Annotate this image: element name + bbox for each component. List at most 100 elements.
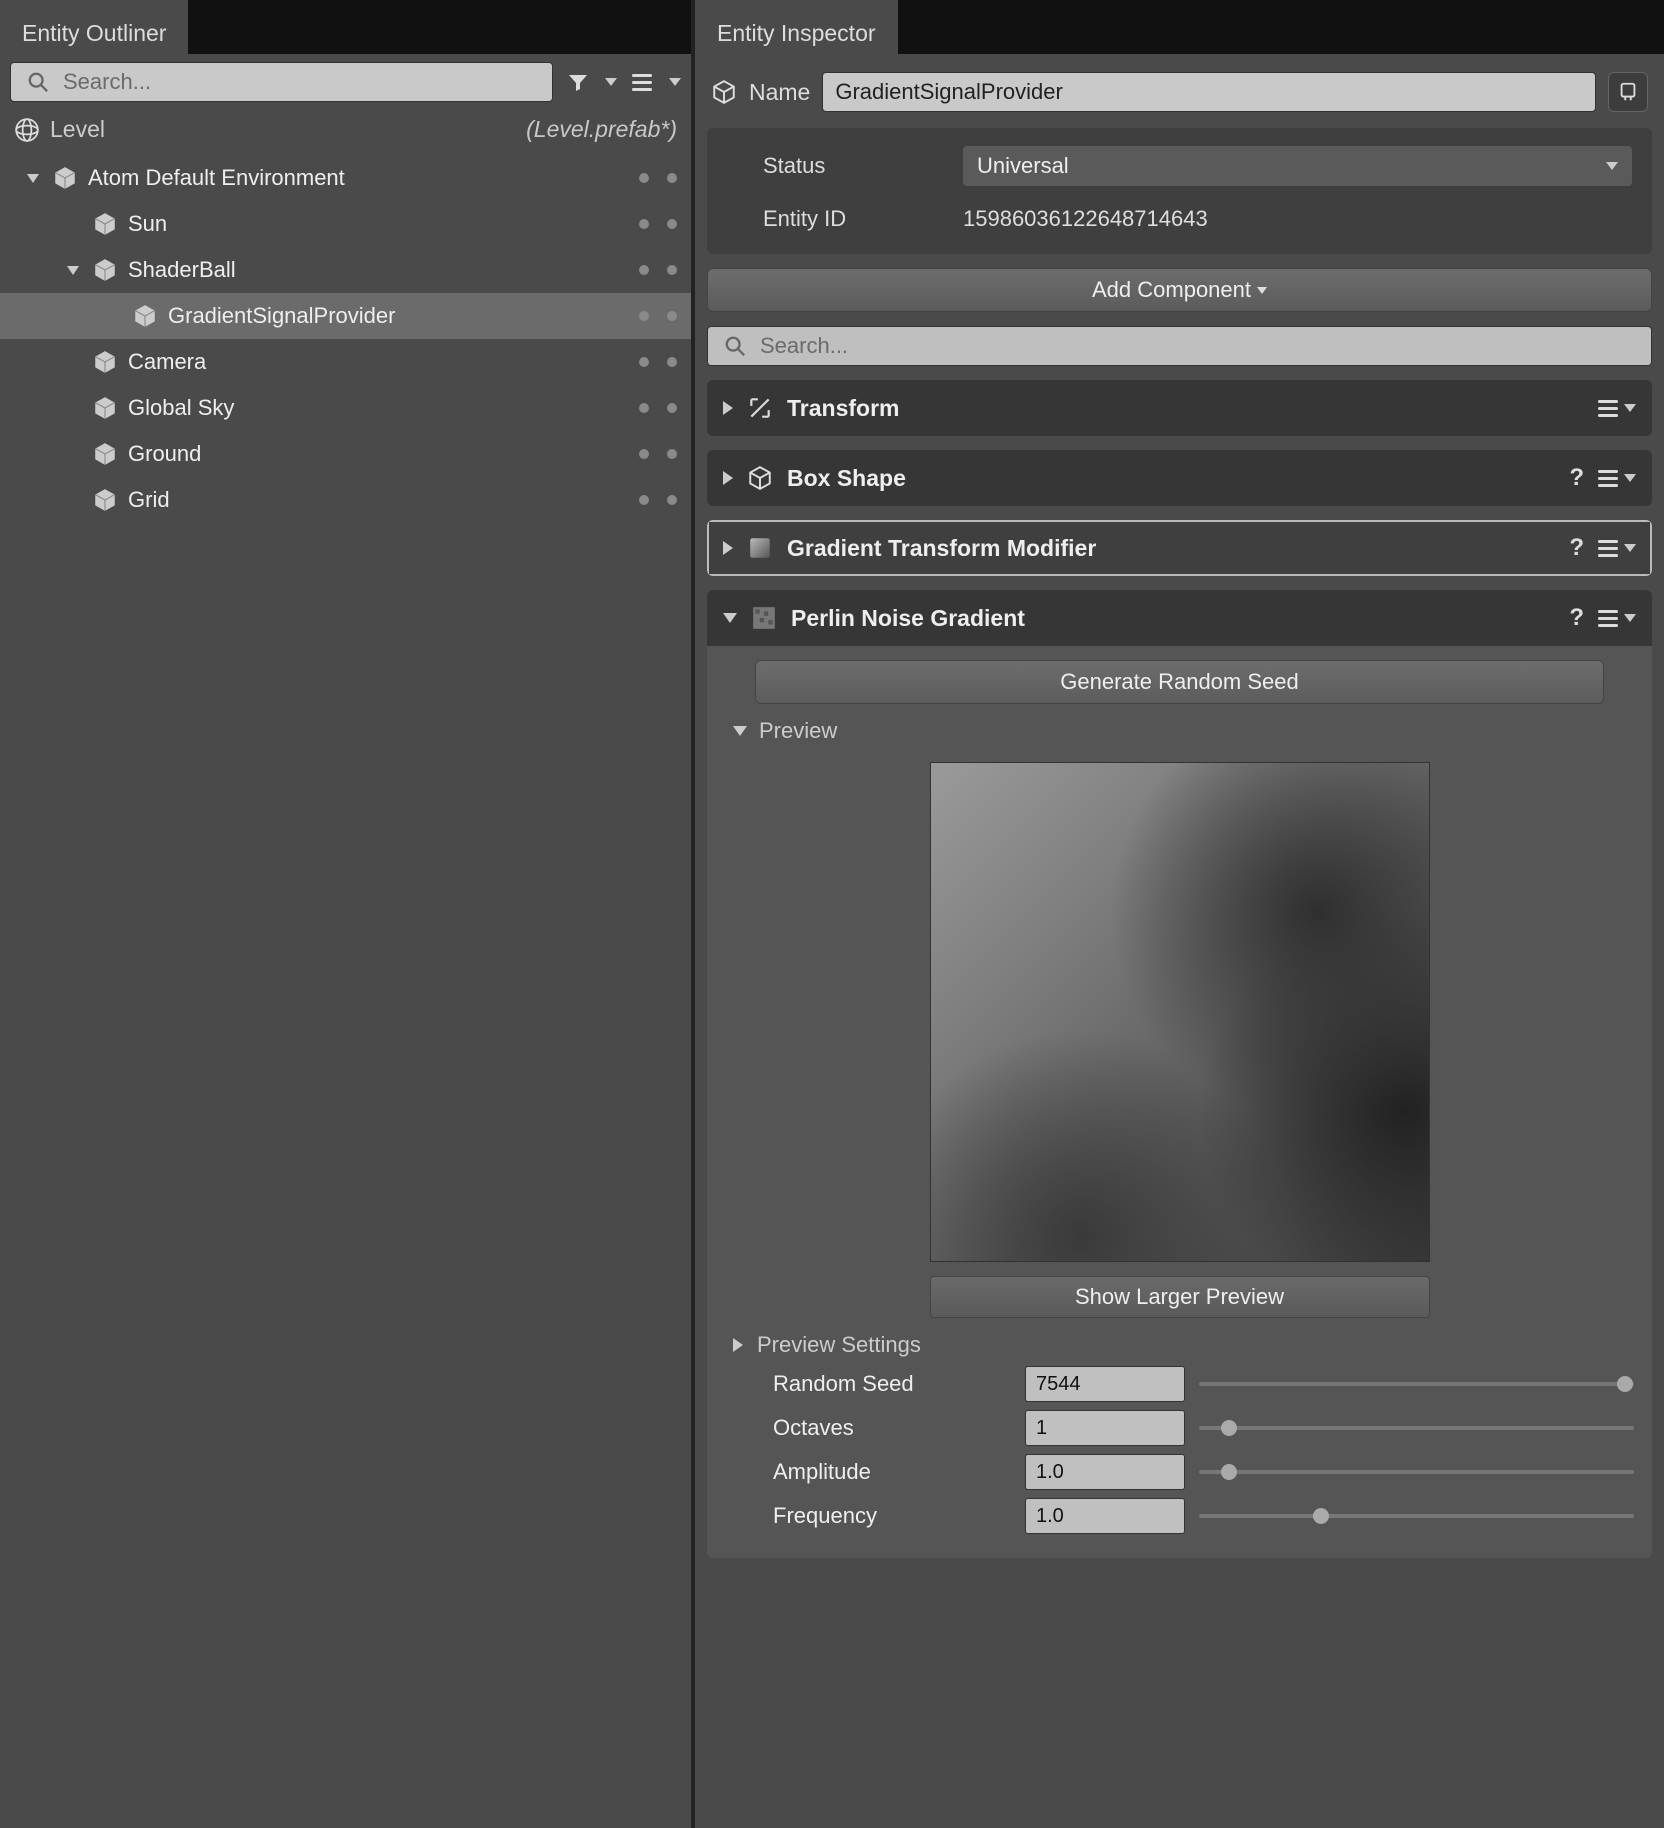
show-larger-preview-button[interactable]: Show Larger Preview — [930, 1276, 1430, 1318]
octaves-row: Octaves — [733, 1410, 1634, 1446]
component-menu-icon[interactable] — [1598, 610, 1636, 627]
entity-cube-icon — [92, 257, 118, 283]
tree-row-label: Grid — [128, 487, 170, 513]
tree-row-shaderball[interactable]: ShaderBall — [0, 247, 691, 293]
preview-settings-label: Preview Settings — [757, 1332, 921, 1358]
help-icon[interactable]: ? — [1569, 604, 1584, 632]
tree-row-camera[interactable]: Camera — [0, 339, 691, 385]
filter-icon[interactable] — [561, 65, 595, 99]
tree-row-ground[interactable]: Ground — [0, 431, 691, 477]
expand-arrow-icon — [723, 541, 733, 555]
component-header-box-shape[interactable]: Box Shape ? — [707, 450, 1652, 506]
entity-name-input[interactable] — [822, 72, 1596, 112]
tree-row-label: GradientSignalProvider — [168, 303, 395, 329]
component-search-row — [707, 326, 1652, 366]
component-box-shape: Box Shape ? — [707, 450, 1652, 506]
random-seed-slider[interactable] — [1199, 1372, 1634, 1396]
inspector-body: Name Status Universal Entity — [695, 54, 1664, 1568]
inspector-tabbar: Entity Inspector — [695, 0, 1664, 54]
expand-arrow-icon[interactable] — [24, 174, 42, 183]
outliner-tab[interactable]: Entity Outliner — [0, 0, 188, 54]
entity-id-value: 15986036122648714643 — [963, 206, 1208, 232]
tree-row-atom-default-environment[interactable]: Atom Default Environment — [0, 155, 691, 201]
pin-button[interactable] — [1608, 72, 1648, 112]
status-label: Status — [763, 153, 943, 179]
outliner-search[interactable] — [10, 62, 553, 102]
frequency-input[interactable] — [1025, 1498, 1185, 1534]
entity-outliner-panel: Entity Outliner — [0, 0, 695, 1828]
octaves-input[interactable] — [1025, 1410, 1185, 1446]
tree-row-sun[interactable]: Sun — [0, 201, 691, 247]
visibility-dots[interactable] — [639, 449, 677, 459]
visibility-dots[interactable] — [639, 495, 677, 505]
visibility-dots[interactable] — [639, 403, 677, 413]
amplitude-slider[interactable] — [1199, 1460, 1634, 1484]
search-icon — [21, 65, 55, 99]
outliner-tabbar: Entity Outliner — [0, 0, 691, 54]
component-title: Perlin Noise Gradient — [791, 605, 1025, 632]
generate-random-seed-button[interactable]: Generate Random Seed — [755, 660, 1604, 704]
random-seed-input[interactable] — [1025, 1366, 1185, 1402]
amplitude-input[interactable] — [1025, 1454, 1185, 1490]
visibility-dots[interactable] — [639, 265, 677, 275]
visibility-dots[interactable] — [639, 357, 677, 367]
add-component-button[interactable]: Add Component — [707, 268, 1652, 312]
status-value: Universal — [977, 153, 1069, 179]
preview-header[interactable]: Preview — [725, 718, 1634, 744]
component-header-perlin[interactable]: Perlin Noise Gradient ? — [707, 590, 1652, 646]
outliner-search-input[interactable] — [63, 69, 542, 95]
tree-row-global-sky[interactable]: Global Sky — [0, 385, 691, 431]
search-icon — [718, 329, 752, 363]
level-row[interactable]: Level (Level.prefab*) — [0, 110, 691, 153]
entity-cube-icon — [92, 211, 118, 237]
visibility-dots[interactable] — [639, 311, 677, 321]
tree-row-label: ShaderBall — [128, 257, 236, 283]
outliner-menu-caret[interactable] — [669, 78, 681, 86]
filter-dropdown-caret[interactable] — [605, 78, 617, 86]
entity-cube-icon — [92, 441, 118, 467]
expand-arrow-icon[interactable] — [64, 266, 82, 275]
noise-icon — [751, 605, 777, 631]
visibility-dots[interactable] — [639, 173, 677, 183]
component-search[interactable] — [707, 326, 1652, 366]
tabbar-spacer — [898, 0, 1664, 54]
inspector-tab[interactable]: Entity Inspector — [695, 0, 898, 54]
entity-icon — [711, 79, 737, 105]
tree-row-label: Atom Default Environment — [88, 165, 345, 191]
component-menu-icon[interactable] — [1598, 470, 1636, 487]
component-header-transform[interactable]: Transform — [707, 380, 1652, 436]
expand-arrow-icon — [733, 1338, 743, 1352]
preview-settings-row[interactable]: Preview Settings — [733, 1332, 1634, 1358]
status-select[interactable]: Universal — [963, 146, 1632, 186]
component-menu-icon[interactable] — [1598, 540, 1636, 557]
amplitude-label: Amplitude — [733, 1459, 1011, 1485]
outliner-menu-icon[interactable] — [625, 65, 659, 99]
entity-cube-icon — [92, 349, 118, 375]
box-icon — [747, 465, 773, 491]
perlin-body: Generate Random Seed Preview Show Larger… — [707, 646, 1652, 1558]
tree-row-grid[interactable]: Grid — [0, 477, 691, 523]
visibility-dots[interactable] — [639, 219, 677, 229]
component-title: Gradient Transform Modifier — [787, 535, 1096, 562]
entity-cube-icon — [92, 487, 118, 513]
entity-id-label: Entity ID — [763, 206, 943, 232]
octaves-slider[interactable] — [1199, 1416, 1634, 1440]
globe-icon — [14, 117, 40, 143]
expand-arrow-icon — [723, 471, 733, 485]
entity-inspector-panel: Entity Inspector Name — [695, 0, 1664, 1828]
help-icon[interactable]: ? — [1569, 534, 1584, 562]
amplitude-row: Amplitude — [733, 1454, 1634, 1490]
outliner-toolbar — [0, 54, 691, 110]
frequency-slider[interactable] — [1199, 1504, 1634, 1528]
component-title: Transform — [787, 395, 899, 422]
component-menu-icon[interactable] — [1598, 400, 1636, 417]
entity-info-block: Status Universal Entity ID 1598603612264… — [707, 128, 1652, 254]
component-search-input[interactable] — [760, 333, 1641, 359]
component-header-gradient-transform[interactable]: Gradient Transform Modifier ? — [707, 520, 1652, 576]
tree-row-label: Global Sky — [128, 395, 234, 421]
transform-icon — [747, 395, 773, 421]
gradient-modifier-icon — [747, 535, 773, 561]
tree-row-gradientsignalprovider[interactable]: GradientSignalProvider — [0, 293, 691, 339]
help-icon[interactable]: ? — [1569, 464, 1584, 492]
component-transform: Transform — [707, 380, 1652, 436]
